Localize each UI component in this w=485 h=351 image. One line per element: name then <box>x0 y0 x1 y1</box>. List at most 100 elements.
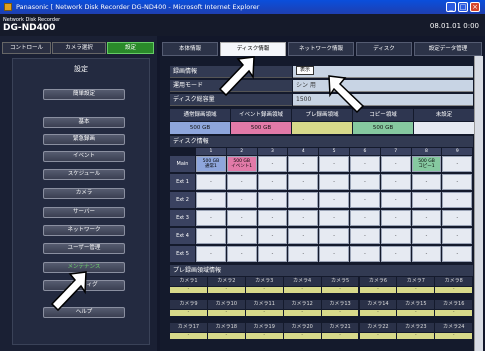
disk-row-label: Ext 4 <box>170 228 195 244</box>
close-button[interactable]: × <box>470 2 480 12</box>
clock: 08.01.01 0:00 <box>429 22 479 30</box>
camera-pre-rec-value: - <box>245 287 283 293</box>
disk-cell: - <box>226 246 257 262</box>
disk-cell: - <box>257 174 288 190</box>
left-button-schedule[interactable]: スケジュール <box>43 169 125 180</box>
disk-cell: 500 GB コピー1 <box>411 156 442 172</box>
disk-cell: 500 GB イベント1 <box>226 156 257 172</box>
disk-row-label: Ext 5 <box>170 246 195 262</box>
vertical-scrollbar[interactable] <box>474 56 483 351</box>
left-button-user-management[interactable]: ユーザー管理 <box>43 243 125 254</box>
maximize-button[interactable]: □ <box>458 2 468 12</box>
left-button-emergency-rec[interactable]: 緊急録画 <box>43 134 125 145</box>
camera-name: カメラ3 <box>245 277 283 286</box>
tab-control[interactable]: コントロール <box>2 42 51 54</box>
camera-name: カメラ13 <box>321 300 359 309</box>
camera-pre-rec-value: - <box>435 333 473 339</box>
disk-cell: - <box>319 228 349 244</box>
tab-settings[interactable]: 設定 <box>107 42 154 54</box>
disk-column-header: 7 <box>380 148 411 155</box>
camera-pre-rec-value: - <box>207 310 245 316</box>
disk-cell: - <box>319 192 349 208</box>
pointer-arrow-disk-tab <box>218 56 255 97</box>
disk-cell: - <box>442 174 473 190</box>
disk-cell: - <box>442 192 473 208</box>
minimize-button[interactable]: _ <box>446 2 456 12</box>
disk-cell: - <box>257 228 288 244</box>
disk-cell: - <box>257 192 288 208</box>
camera-name: カメラ9 <box>170 300 207 309</box>
disk-cell: - <box>319 210 349 226</box>
disk-cell: - <box>288 192 319 208</box>
disk-cell: - <box>319 156 349 172</box>
camera-pre-rec-value: - <box>170 310 207 316</box>
camera-name: カメラ10 <box>207 300 245 309</box>
tab-network-info[interactable]: ネットワーク情報 <box>288 42 354 56</box>
disk-cell: - <box>350 228 380 244</box>
disk-cell: - <box>196 228 226 244</box>
disk-cell: - <box>380 192 411 208</box>
capacity-header: 通常録画領域 <box>170 109 230 121</box>
tab-camera-select[interactable]: カメラ選択 <box>52 42 106 54</box>
camera-name: カメラ5 <box>321 277 359 286</box>
disk-cell: - <box>350 192 380 208</box>
camera-pre-rec-value: - <box>359 333 397 339</box>
capacity-value: 500 GB <box>353 122 413 134</box>
tab-unit-info[interactable]: 本体情報 <box>162 42 218 56</box>
tab-disk[interactable]: ディスク <box>356 42 412 56</box>
disk-column-header: 1 <box>196 148 226 155</box>
tab-config-data[interactable]: 設定データ管理 <box>414 42 482 56</box>
camera-name: カメラ4 <box>283 277 321 286</box>
disk-cell: - <box>442 246 473 262</box>
disk-column-header: 2 <box>226 148 257 155</box>
disk-cell: - <box>257 246 288 262</box>
camera-pre-rec-value: - <box>321 287 359 293</box>
camera-pre-rec-value: - <box>283 287 321 293</box>
disk-column-header: 4 <box>288 148 319 155</box>
disk-cell: - <box>196 174 226 190</box>
disk-cell: - <box>442 228 473 244</box>
camera-name: カメラ23 <box>397 323 435 332</box>
camera-name: カメラ8 <box>435 277 473 286</box>
disk-cell: - <box>226 228 257 244</box>
capacity-header: 未設定 <box>414 109 474 121</box>
camera-pre-rec-value: - <box>435 287 473 293</box>
left-button-network[interactable]: ネットワーク <box>43 225 125 236</box>
disk-column-header: 8 <box>411 148 442 155</box>
camera-name: カメラ18 <box>207 323 245 332</box>
camera-pre-rec-value: - <box>321 333 359 339</box>
disk-cell: - <box>380 228 411 244</box>
camera-name: カメラ15 <box>397 300 435 309</box>
title-bar: Panasonic [ Network Disk Recorder DG-ND4… <box>0 0 485 14</box>
display-button[interactable]: 表示 <box>296 66 314 75</box>
left-button-server[interactable]: サーバー <box>43 207 125 218</box>
camera-pre-rec-value: - <box>207 287 245 293</box>
camera-pre-rec-value: - <box>359 310 397 316</box>
disk-cell: - <box>196 210 226 226</box>
disk-cell: - <box>226 210 257 226</box>
info-value-capacity: 1500 <box>293 94 473 106</box>
pointer-arrow-display-button <box>328 75 365 114</box>
left-button-easy-setup[interactable]: 簡単設定 <box>43 89 125 100</box>
disk-cell: - <box>288 246 319 262</box>
disk-cell: - <box>226 174 257 190</box>
camera-name: カメラ17 <box>170 323 207 332</box>
disk-row-label: Ext 2 <box>170 192 195 208</box>
camera-name: カメラ11 <box>245 300 283 309</box>
info-value-recording <box>293 66 473 78</box>
camera-name: カメラ6 <box>359 277 397 286</box>
left-button-camera[interactable]: カメラ <box>43 188 125 199</box>
left-button-event[interactable]: イベント <box>43 151 125 162</box>
left-button-basic[interactable]: 基本 <box>43 117 125 128</box>
disk-cell: - <box>196 246 226 262</box>
disk-cell: - <box>350 156 380 172</box>
camera-pre-rec-value: - <box>170 333 207 339</box>
camera-name: カメラ21 <box>321 323 359 332</box>
disk-cell: - <box>257 210 288 226</box>
settings-title: 設定 <box>74 65 88 73</box>
disk-column-header: 3 <box>257 148 288 155</box>
disk-column-header: 9 <box>442 148 473 155</box>
disk-info-title: ディスク情報 <box>170 136 473 147</box>
disk-row-label: Ext 3 <box>170 210 195 226</box>
camera-pre-rec-value: - <box>245 333 283 339</box>
